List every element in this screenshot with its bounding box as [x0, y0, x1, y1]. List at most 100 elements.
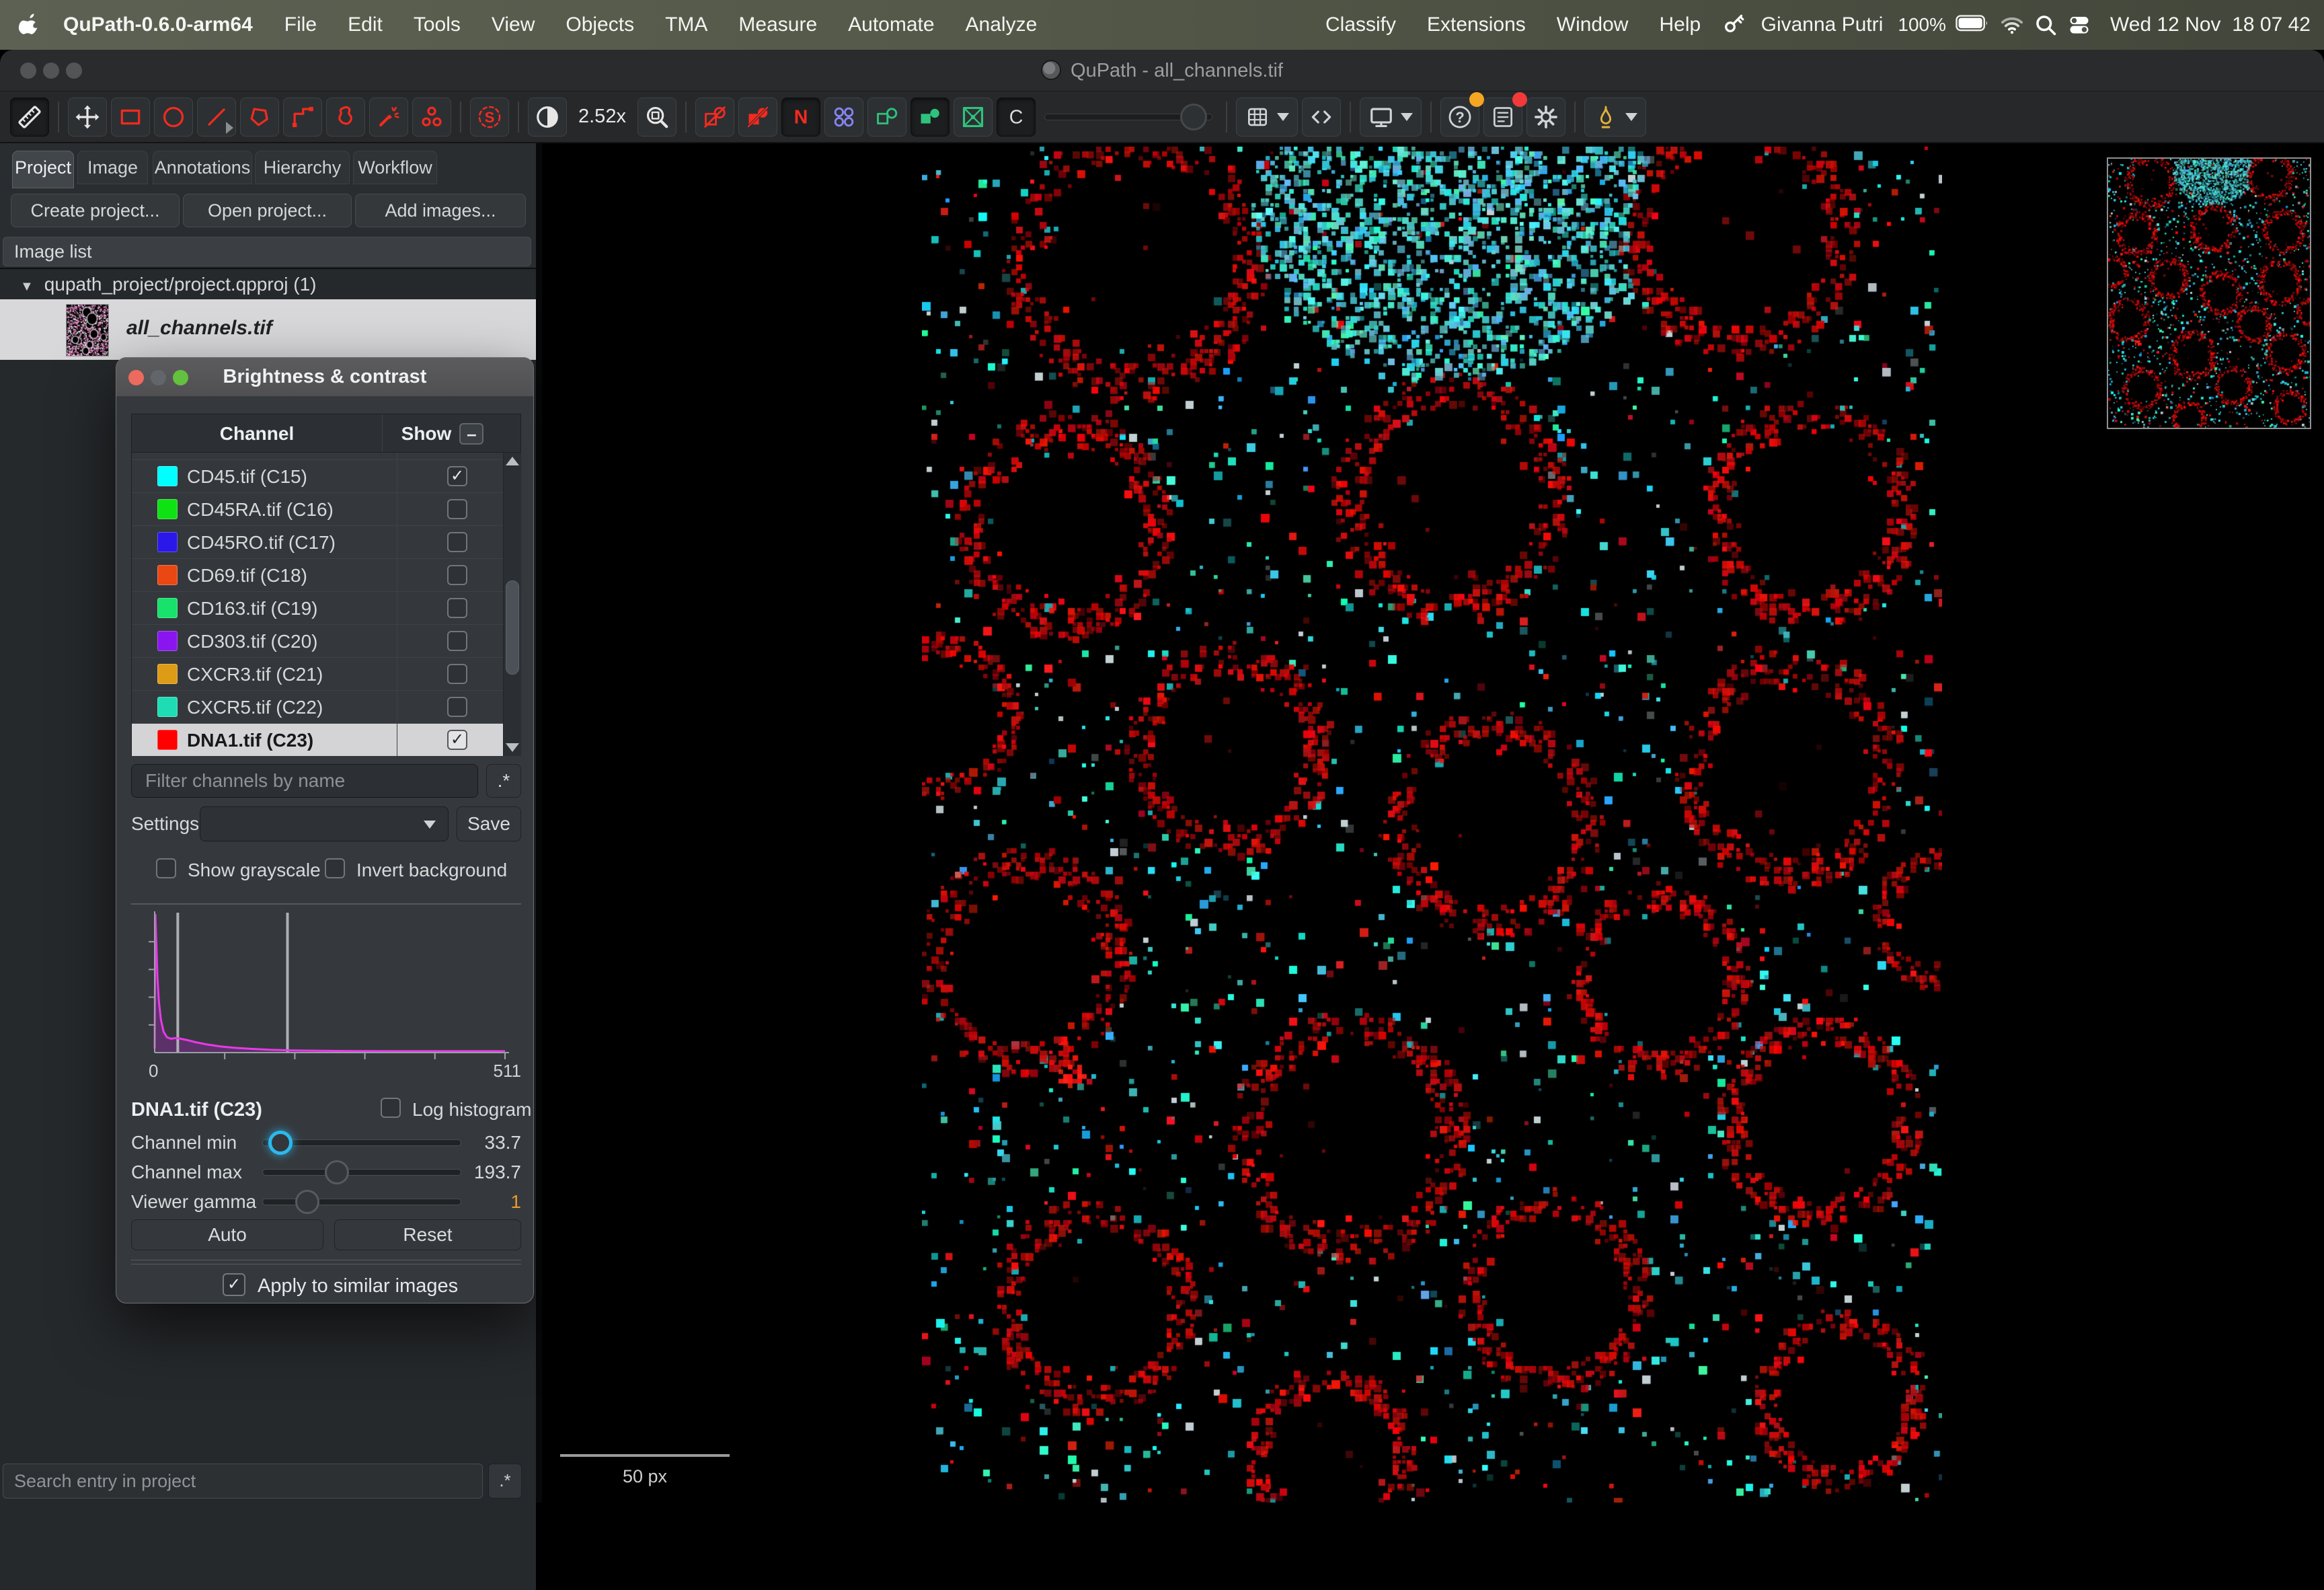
channel-color-swatch[interactable]: [157, 730, 178, 750]
add-images-button[interactable]: Add images...: [355, 194, 526, 227]
fill-detections-toggle[interactable]: [911, 98, 950, 137]
channel-row[interactable]: CXCR5.tif (C22): [132, 691, 503, 724]
channel-color-swatch[interactable]: [157, 598, 178, 618]
viewer-gamma-slider-thumb[interactable]: [295, 1190, 319, 1214]
panel-viewer-divider[interactable]: [536, 143, 542, 1503]
menu-edit[interactable]: Edit: [332, 13, 398, 36]
select-all-checkbox[interactable]: –: [459, 423, 483, 445]
overview-thumbnail[interactable]: [2107, 157, 2311, 429]
opacity-slider[interactable]: [1044, 98, 1212, 137]
help-button[interactable]: ?: [1440, 98, 1479, 137]
open-project-button[interactable]: Open project...: [183, 194, 352, 227]
create-project-button[interactable]: Create project...: [11, 194, 180, 227]
wifi-icon[interactable]: [2000, 13, 2024, 37]
channel-column-header[interactable]: Channel: [132, 414, 382, 453]
battery-icon[interactable]: [1955, 13, 1990, 37]
settings-combobox[interactable]: [200, 806, 449, 841]
wand-tool[interactable]: [369, 98, 408, 137]
channel-min-slider-thumb[interactable]: [268, 1131, 293, 1155]
auto-button[interactable]: Auto: [131, 1219, 323, 1250]
script-editor-button[interactable]: [1302, 98, 1341, 137]
tab-image[interactable]: Image: [77, 151, 148, 184]
zoom-to-fit-button[interactable]: [637, 98, 676, 137]
channel-show-checkbox[interactable]: [447, 697, 467, 717]
tma-grid-toggle[interactable]: [824, 98, 863, 137]
image-list-item-selected[interactable]: all_channels.tif: [0, 299, 536, 360]
channel-show-checkbox[interactable]: [447, 631, 467, 651]
channel-row[interactable]: CD303.tif (C20): [132, 625, 503, 658]
menu-clock[interactable]: Wed 12 Nov 18 07 42: [2101, 13, 2311, 36]
intensity-histogram[interactable]: [147, 909, 510, 1065]
channel-row[interactable]: CD163.tif (C19): [132, 592, 503, 625]
channel-max-slider[interactable]: [262, 1169, 461, 1176]
brightness-contrast-button[interactable]: [528, 98, 567, 137]
scroll-down-icon[interactable]: [506, 743, 519, 752]
line-tool[interactable]: [197, 98, 236, 137]
save-settings-button[interactable]: Save: [457, 806, 521, 841]
fill-annotations-toggle[interactable]: [738, 98, 777, 137]
spotlight-search-icon[interactable]: [2034, 13, 2058, 37]
menu-file[interactable]: File: [269, 13, 332, 36]
ellipse-tool[interactable]: [154, 98, 193, 137]
project-tree-node[interactable]: ▼qupath_project/project.qpproj (1): [0, 270, 536, 299]
polygon-tool[interactable]: [240, 98, 279, 137]
menu-extensions[interactable]: Extensions: [1411, 13, 1541, 36]
menu-analyze[interactable]: Analyze: [950, 13, 1053, 36]
polyline-tool[interactable]: [283, 98, 322, 137]
show-channel-toggle[interactable]: C: [997, 98, 1036, 137]
channel-color-swatch[interactable]: [157, 466, 178, 486]
tab-annotations[interactable]: Annotations: [153, 151, 252, 184]
move-tool[interactable]: [68, 98, 107, 137]
channel-row[interactable]: DNA1.tif (C23)✓: [132, 724, 503, 756]
menu-tma[interactable]: TMA: [650, 13, 723, 36]
channel-row[interactable]: CD69.tif (C18): [132, 559, 503, 592]
channel-color-swatch[interactable]: [157, 532, 178, 552]
apple-icon[interactable]: [17, 13, 42, 37]
log-histogram-checkbox[interactable]: [381, 1098, 401, 1118]
channel-row-clipped[interactable]: [132, 453, 503, 460]
filter-channels-input[interactable]: [131, 764, 478, 798]
menu-objects[interactable]: Objects: [550, 13, 650, 36]
log-button[interactable]: [1483, 98, 1522, 137]
menu-measure[interactable]: Measure: [723, 13, 832, 36]
control-center-icon[interactable]: [2067, 13, 2091, 37]
channel-table-scrollbar[interactable]: [503, 453, 521, 756]
preferences-button[interactable]: [1526, 98, 1565, 137]
channel-show-checkbox[interactable]: [447, 598, 467, 618]
display-settings-button[interactable]: [1360, 98, 1422, 137]
channel-max-slider-thumb[interactable]: [325, 1160, 349, 1184]
tab-project[interactable]: Project: [12, 151, 74, 188]
pin-button[interactable]: [1584, 98, 1646, 137]
tissue-image[interactable]: [922, 147, 1942, 1503]
brush-tool[interactable]: [326, 98, 365, 137]
menu-view[interactable]: View: [476, 13, 550, 36]
channel-color-swatch[interactable]: [157, 565, 178, 585]
channel-show-checkbox[interactable]: [447, 499, 467, 519]
viewer-gamma-slider[interactable]: [262, 1199, 461, 1205]
key-icon[interactable]: [1722, 13, 1746, 37]
tree-expand-icon[interactable]: ▼: [20, 272, 34, 301]
points-tool[interactable]: [412, 98, 451, 137]
show-column-header[interactable]: Show –: [382, 414, 503, 453]
channel-color-swatch[interactable]: [157, 499, 178, 519]
ruler-tool[interactable]: [10, 98, 49, 137]
menu-classify[interactable]: Classify: [1310, 13, 1411, 36]
menu-app-name[interactable]: QuPath-0.6.0-arm64: [47, 13, 269, 36]
show-grayscale-checkbox[interactable]: [156, 858, 176, 878]
project-search-regex-button[interactable]: .*: [488, 1464, 522, 1499]
opacity-slider-thumb[interactable]: [1180, 104, 1207, 130]
apply-similar-images-checkbox[interactable]: ✓: [223, 1273, 245, 1296]
scroll-up-icon[interactable]: [506, 457, 519, 465]
filter-regex-button[interactable]: .*: [486, 764, 521, 798]
scrollbar-thumb[interactable]: [506, 580, 519, 675]
channel-color-swatch[interactable]: [157, 631, 178, 651]
show-detections-toggle[interactable]: [867, 98, 906, 137]
image-viewer[interactable]: 50 px: [542, 143, 2324, 1503]
invert-background-checkbox[interactable]: [325, 858, 345, 878]
measurement-table-button[interactable]: [1236, 98, 1298, 137]
channel-show-checkbox[interactable]: [447, 664, 467, 684]
channel-color-swatch[interactable]: [157, 697, 178, 717]
channel-row[interactable]: CD45RA.tif (C16): [132, 493, 503, 526]
dialog-title-bar[interactable]: Brightness & contrast: [116, 358, 533, 397]
menu-tools[interactable]: Tools: [398, 13, 476, 36]
